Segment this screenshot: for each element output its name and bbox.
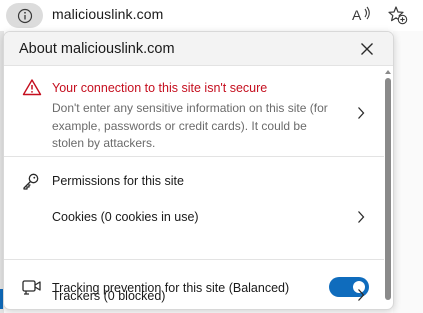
chevron-right-icon <box>358 107 365 119</box>
scroll-up-arrow-icon[interactable] <box>384 68 392 76</box>
chevron-right-icon[interactable] <box>356 210 366 224</box>
add-favorite-icon <box>388 6 408 25</box>
chevron-right-icon[interactable] <box>356 288 366 302</box>
url-text[interactable]: maliciouslink.com <box>52 6 163 22</box>
address-bar: maliciouslink.com A <box>0 0 423 31</box>
popup-title: About maliciouslink.com <box>19 41 175 57</box>
popup-scrollbar[interactable] <box>384 68 392 308</box>
connection-warning-row[interactable]: Your connection to this site isn't secur… <box>4 68 384 157</box>
warning-triangle-icon <box>22 79 42 96</box>
permissions-title[interactable]: Permissions for this site <box>52 174 184 188</box>
close-button[interactable] <box>359 41 375 57</box>
tracking-camera-icon <box>22 280 41 295</box>
read-aloud-icon: A <box>352 6 370 23</box>
close-icon <box>361 43 373 55</box>
site-info-popup: About maliciouslink.com Your connection … <box>3 31 394 310</box>
popup-header: About maliciouslink.com <box>4 32 393 66</box>
site-info-button[interactable] <box>6 3 43 28</box>
permissions-section: Permissions for this site Cookies (0 coo… <box>4 158 384 260</box>
info-circle-icon <box>17 8 32 23</box>
cookies-item[interactable]: Cookies (0 cookies in use) <box>52 210 199 224</box>
key-icon <box>23 173 39 190</box>
read-aloud-button[interactable]: A <box>352 6 374 29</box>
svg-text:A: A <box>352 7 362 23</box>
page-background <box>393 31 423 313</box>
warning-description: Don't enter any sensitive information on… <box>52 101 328 150</box>
warning-title: Your connection to this site isn't secur… <box>52 81 268 95</box>
trackers-item[interactable]: Trackers (0 blocked) <box>52 289 165 303</box>
add-favorite-button[interactable] <box>388 5 408 30</box>
scrollbar-thumb[interactable] <box>385 78 391 300</box>
